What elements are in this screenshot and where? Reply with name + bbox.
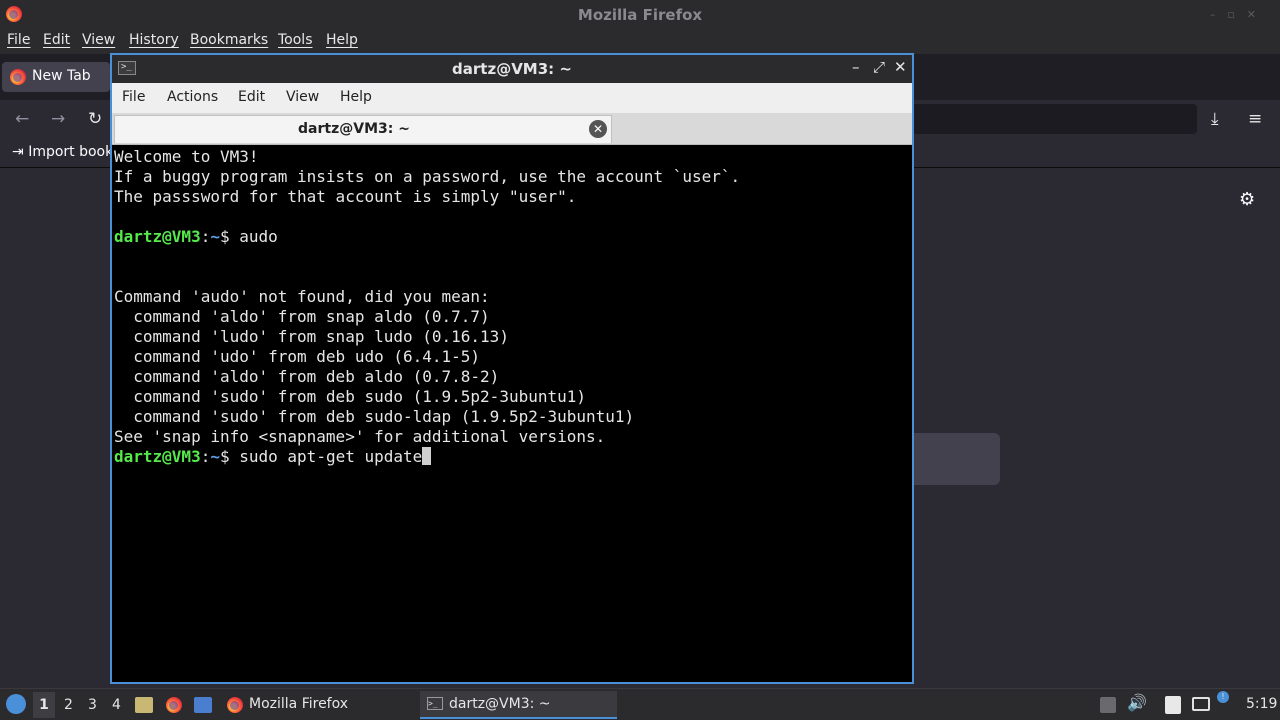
ff-menubar-visible-region bbox=[0, 28, 110, 54]
task-firefox-label: Mozilla Firefox bbox=[249, 696, 349, 712]
terminal-tabbar: dartz@VM3: ~ ✕ bbox=[112, 113, 912, 145]
prompt-path: ~ bbox=[210, 447, 220, 466]
terminal-window: >_ dartz@VM3: ~ – ⤢ ✕ File Actions Edit … bbox=[110, 53, 914, 684]
url-bar[interactable] bbox=[900, 104, 1197, 134]
workspace-4[interactable]: 4 bbox=[112, 697, 121, 713]
terminal-line: Command 'audo' not found, did you mean: bbox=[114, 287, 490, 306]
prompt-separator: : bbox=[200, 447, 211, 466]
firefox-window-title: Mozilla Firefox bbox=[577, 6, 703, 24]
newtab-search-box[interactable] bbox=[900, 433, 1000, 485]
ff-menu-tools[interactable]: Tools bbox=[278, 32, 313, 48]
terminal-line: If a buggy program insists on a password… bbox=[114, 167, 741, 186]
prompt-symbol: $ bbox=[219, 227, 240, 246]
download-icon[interactable]: ⤓ bbox=[1211, 109, 1219, 129]
back-arrow-icon[interactable]: ← bbox=[15, 109, 29, 129]
terminal-line: command 'sudo' from deb sudo (1.9.5p2-3u… bbox=[114, 387, 587, 406]
prompt-user: dartz@VM3 bbox=[114, 447, 201, 466]
terminal-tab-label: dartz@VM3: ~ bbox=[298, 121, 410, 137]
command-text: sudo apt-get update bbox=[239, 447, 423, 466]
volume-icon[interactable]: 🔊 bbox=[1127, 693, 1147, 712]
clipboard-icon[interactable] bbox=[1165, 696, 1181, 714]
workspace-1[interactable]: 1 bbox=[33, 692, 55, 718]
task-firefox[interactable]: Mozilla Firefox bbox=[222, 691, 412, 719]
firefox-window-controls[interactable]: –▫✕ bbox=[1210, 8, 1268, 21]
close-icon[interactable]: ✕ bbox=[894, 58, 907, 76]
terminal-line: See 'snap info <snapname>' for additiona… bbox=[114, 427, 606, 446]
workspace-2[interactable]: 2 bbox=[64, 697, 73, 713]
terminal-line: command 'ludo' from snap ludo (0.16.13) bbox=[114, 327, 509, 346]
terminal-tab[interactable]: dartz@VM3: ~ ✕ bbox=[114, 115, 612, 143]
term-menu-edit[interactable]: Edit bbox=[238, 89, 265, 105]
term-menu-help[interactable]: Help bbox=[340, 89, 372, 105]
file-manager-icon[interactable] bbox=[135, 697, 153, 713]
text-cursor bbox=[422, 447, 432, 465]
ff-menu-history[interactable]: History bbox=[129, 32, 179, 48]
terminal-output[interactable]: Welcome to VM3! If a buggy program insist… bbox=[114, 147, 910, 682]
desktop-icon[interactable] bbox=[194, 697, 212, 713]
hamburger-menu-icon[interactable]: ≡ bbox=[1248, 109, 1262, 129]
import-icon: ⇥ bbox=[12, 144, 29, 160]
firefox-tab-new-tab[interactable]: New Tab bbox=[2, 62, 110, 92]
command-text: audo bbox=[239, 227, 278, 246]
maximize-icon[interactable]: ⤢ bbox=[873, 58, 885, 76]
firefox-titlebar: Mozilla Firefox –▫✕ bbox=[0, 0, 1280, 28]
term-menu-actions[interactable]: Actions bbox=[167, 89, 218, 105]
firefox-tab-icon bbox=[10, 69, 26, 85]
gear-icon[interactable]: ⚙ bbox=[1239, 189, 1255, 210]
display-icon[interactable] bbox=[1192, 697, 1210, 711]
terminal-line: command 'udo' from deb udo (6.4.1-5) bbox=[114, 347, 481, 366]
tab-close-icon[interactable]: ✕ bbox=[589, 120, 607, 138]
term-menu-file[interactable]: File bbox=[122, 89, 145, 105]
firefox-icon bbox=[227, 697, 243, 713]
minimize-icon[interactable]: – bbox=[852, 58, 860, 76]
prompt-symbol: $ bbox=[219, 447, 240, 466]
ff-menu-bookmarks[interactable]: Bookmarks bbox=[190, 32, 268, 48]
terminal-menubar: File Actions Edit View Help bbox=[112, 83, 912, 113]
terminal-line: The passsword for that account is simply… bbox=[114, 187, 577, 206]
clock: 5:19 bbox=[1246, 696, 1278, 712]
import-bookmarks-label: Import book bbox=[28, 144, 114, 160]
terminal-line: command 'aldo' from snap aldo (0.7.7) bbox=[114, 307, 490, 326]
taskbar: 1 2 3 4 Mozilla Firefox >_ dartz@VM3: ~ … bbox=[0, 688, 1280, 720]
ff-menu-help[interactable]: Help bbox=[326, 32, 358, 48]
firefox-launcher-icon[interactable] bbox=[166, 697, 182, 713]
start-menu-icon[interactable] bbox=[6, 694, 26, 714]
tray-up-icon[interactable] bbox=[1100, 697, 1116, 713]
task-terminal-label: dartz@VM3: ~ bbox=[449, 696, 551, 712]
task-terminal[interactable]: >_ dartz@VM3: ~ bbox=[420, 691, 617, 719]
terminal-line: command 'aldo' from deb aldo (0.7.8-2) bbox=[114, 367, 500, 386]
reload-icon[interactable]: ↻ bbox=[88, 109, 102, 129]
prompt-path: ~ bbox=[210, 227, 220, 246]
prompt-user: dartz@VM3 bbox=[114, 227, 201, 246]
terminal-window-title: dartz@VM3: ~ bbox=[452, 60, 572, 78]
network-icon[interactable]: ! bbox=[1217, 691, 1229, 703]
import-bookmarks-button[interactable]: ⇥ Import book bbox=[12, 144, 113, 160]
terminal-line: command 'sudo' from deb sudo-ldap (1.9.5… bbox=[114, 407, 635, 426]
prompt-separator: : bbox=[200, 227, 211, 246]
terminal-icon: >_ bbox=[427, 697, 443, 710]
workspace-3[interactable]: 3 bbox=[88, 697, 97, 713]
terminal-line: dartz@VM3:~$ audo bbox=[114, 227, 910, 247]
term-menu-view[interactable]: View bbox=[286, 89, 319, 105]
firefox-tab-label: New Tab bbox=[32, 68, 91, 84]
forward-arrow-icon[interactable]: → bbox=[51, 109, 65, 129]
terminal-line: Welcome to VM3! bbox=[114, 147, 259, 166]
terminal-titlebar[interactable]: >_ dartz@VM3: ~ – ⤢ ✕ bbox=[112, 55, 912, 83]
terminal-line: dartz@VM3:~$ sudo apt-get update bbox=[114, 447, 910, 467]
